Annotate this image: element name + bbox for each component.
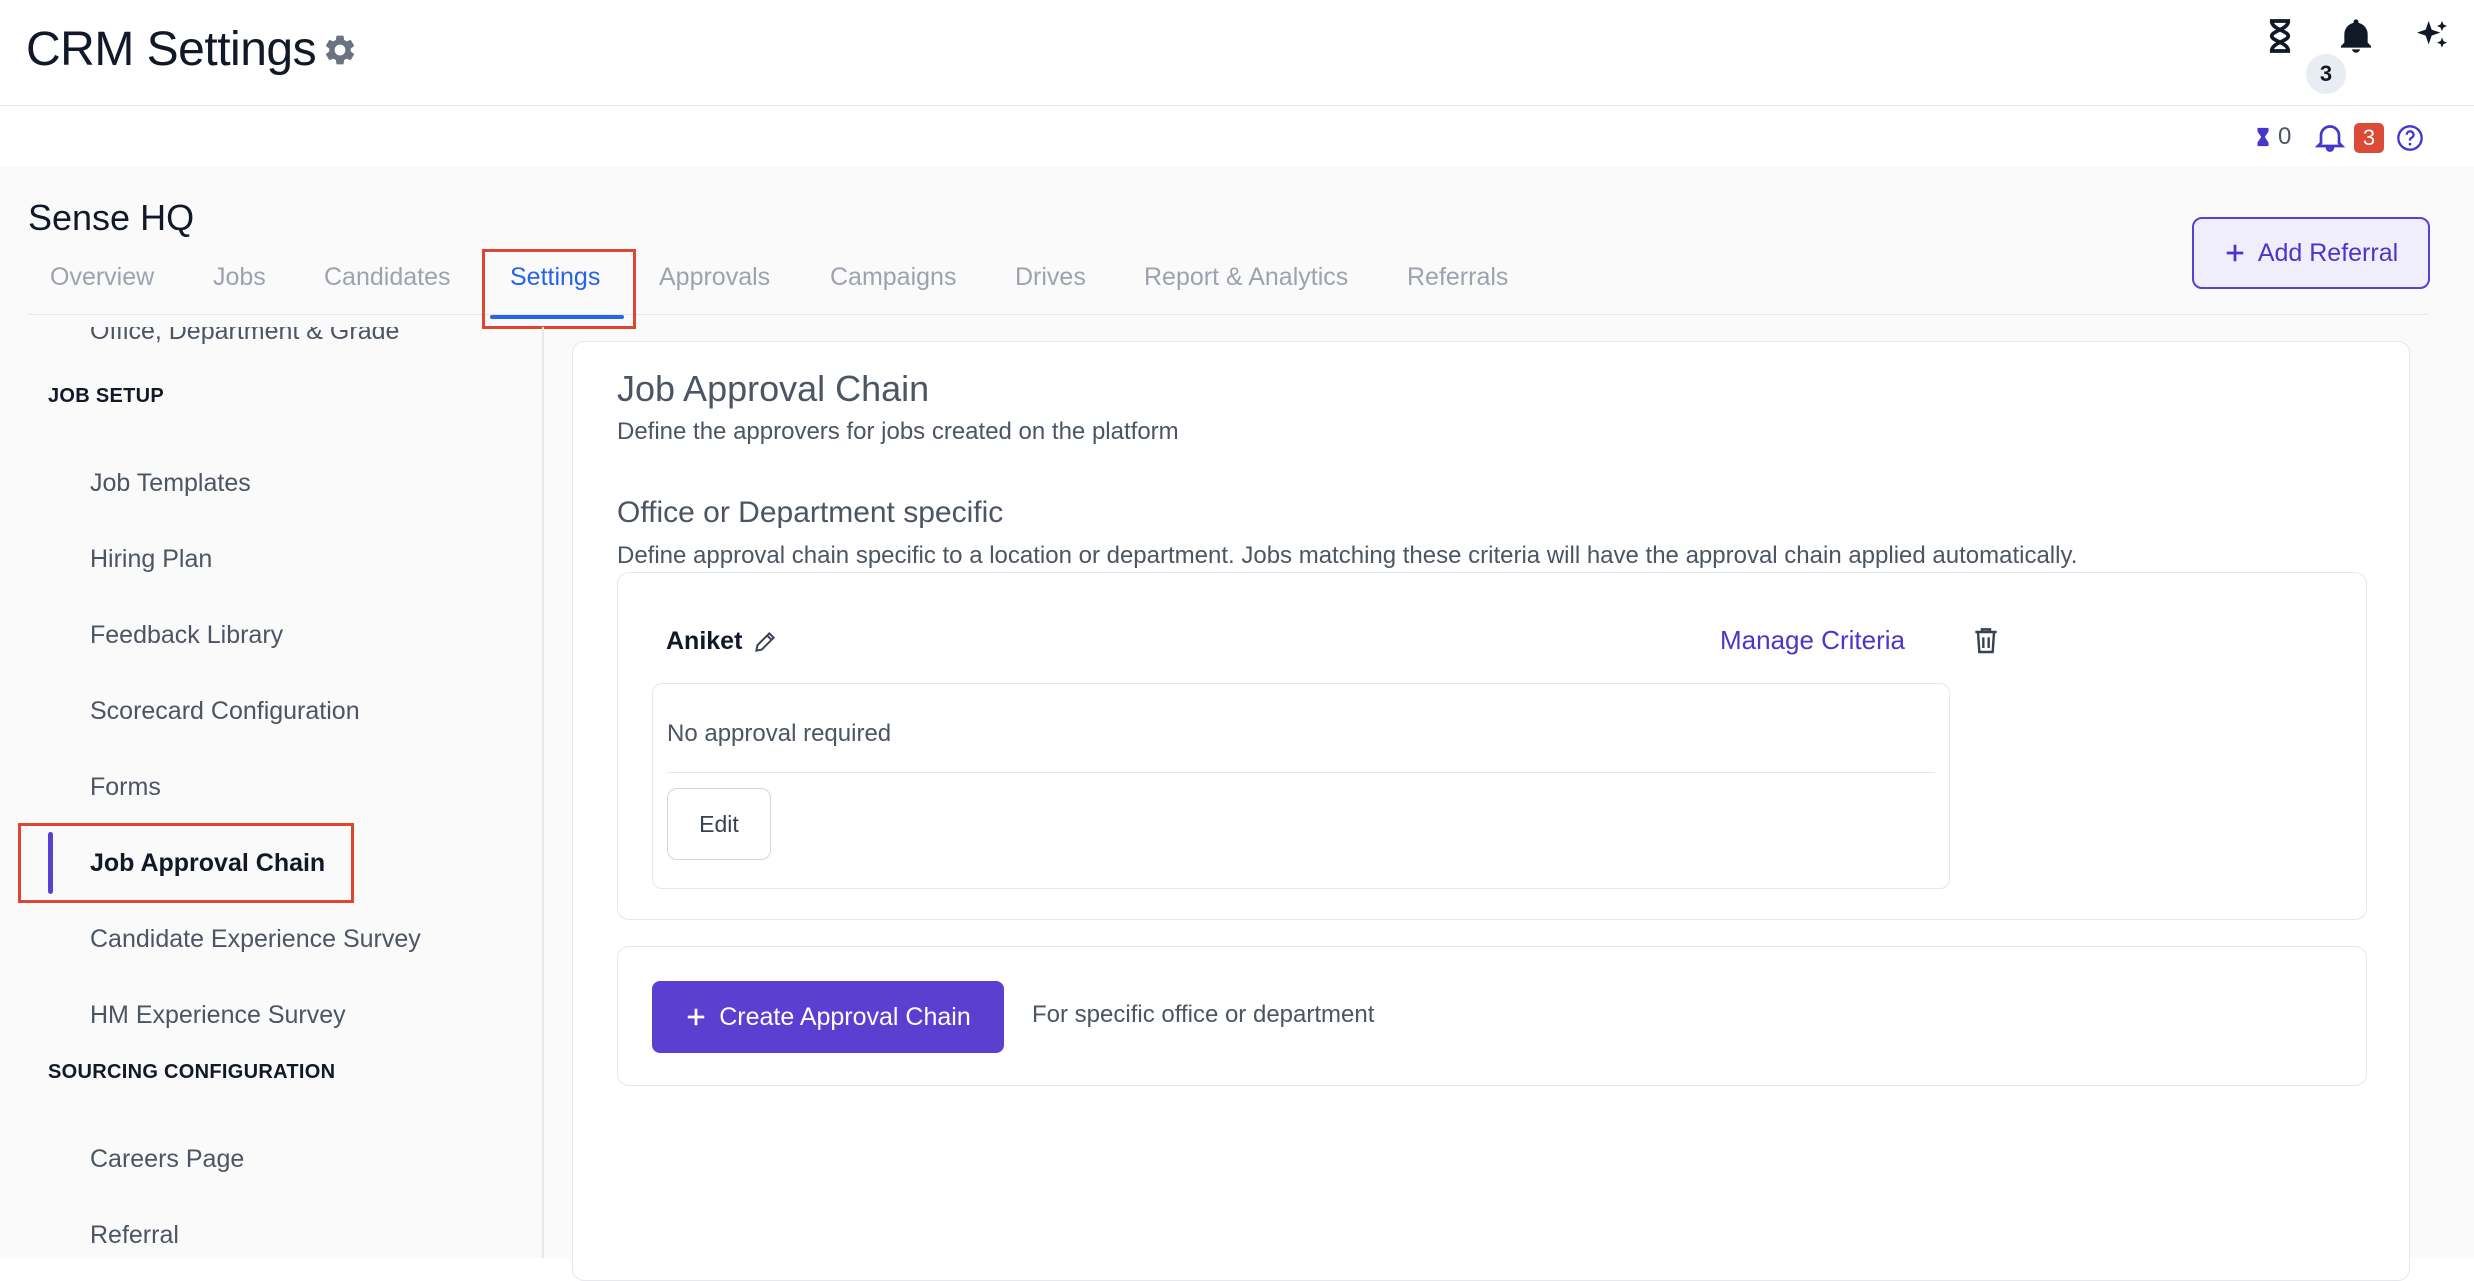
page-subtitle: Define the approvers for jobs created on… [617, 418, 1179, 445]
edit-button[interactable]: Edit [667, 788, 771, 860]
sidebar-item-feedback-library[interactable]: Feedback Library [90, 621, 283, 650]
tab-approvals[interactable]: Approvals [659, 263, 770, 292]
tab-drives[interactable]: Drives [1015, 263, 1086, 292]
settings-tab-highlight [482, 249, 636, 329]
top-bar: CRM Settings 3 [0, 0, 2474, 106]
plus-icon [687, 1008, 705, 1026]
help-icon[interactable] [2396, 124, 2424, 152]
manage-criteria-link[interactable]: Manage Criteria [1720, 625, 1905, 656]
tab-report-analytics[interactable]: Report & Analytics [1144, 263, 1348, 292]
add-referral-label: Add Referral [2257, 238, 2399, 267]
sidebar-item-job-templates[interactable]: Job Templates [90, 469, 251, 498]
page-title: Job Approval Chain [617, 368, 930, 409]
hourglass-icon[interactable] [2260, 16, 2300, 56]
pencil-icon[interactable] [752, 629, 778, 655]
plus-icon [2226, 244, 2244, 262]
hourglass-icon [2257, 127, 2269, 147]
create-chain-card: Create Approval Chain For specific offic… [617, 946, 2367, 1086]
tabs-divider [28, 314, 2428, 315]
timer-count: 0 [2278, 123, 2292, 150]
sidebar-item-forms[interactable]: Forms [90, 773, 161, 802]
chain-name-label: Aniket [666, 627, 743, 655]
job-approval-chain-highlight [18, 823, 354, 903]
section-description: Define approval chain specific to a loca… [617, 542, 2078, 569]
sidebar-item-office-department-grade[interactable]: Office, Department & Grade [90, 327, 399, 346]
tab-referrals[interactable]: Referrals [1407, 263, 1508, 292]
add-referral-button[interactable]: Add Referral [2192, 217, 2430, 289]
bell-outline-icon[interactable] [2312, 118, 2348, 156]
timer-indicator[interactable]: 0 [2252, 120, 2291, 154]
gear-icon[interactable] [322, 32, 358, 68]
sidebar-divider [542, 327, 544, 1258]
sidebar-item-hm-experience-survey[interactable]: HM Experience Survey [90, 1001, 346, 1030]
section-title: Office or Department specific [617, 496, 1004, 529]
settings-sidebar: Office, Department & Grade JOB SETUP Job… [0, 327, 544, 1258]
create-hint: For specific office or department [1032, 1001, 1375, 1028]
sidebar-item-scorecard-configuration[interactable]: Scorecard Configuration [90, 697, 360, 726]
trash-icon[interactable] [1970, 623, 2002, 657]
chain-name: Aniket [666, 627, 778, 656]
approval-chain-details: No approval required Edit [652, 683, 1950, 889]
details-divider [667, 772, 1935, 773]
tab-overview[interactable]: Overview [50, 263, 154, 292]
sidebar-heading-sourcing: SOURCING CONFIGURATION [48, 1061, 336, 1083]
sidebar-item-careers-page[interactable]: Careers Page [90, 1145, 244, 1174]
tab-candidates[interactable]: Candidates [324, 263, 450, 292]
tab-campaigns[interactable]: Campaigns [830, 263, 956, 292]
sidebar-item-referral[interactable]: Referral [90, 1221, 179, 1250]
notification-count-badge: 3 [2306, 54, 2346, 94]
content-area: Sense HQ Overview Jobs Candidates Settin… [0, 167, 2474, 1281]
sidebar-heading-job-setup: JOB SETUP [48, 385, 165, 407]
sparkle-icon[interactable] [2412, 16, 2452, 56]
job-approval-chain-panel: Job Approval Chain Define the approvers … [572, 341, 2410, 1281]
tab-jobs[interactable]: Jobs [213, 263, 266, 292]
approval-status: No approval required [667, 720, 892, 747]
status-bar [0, 107, 2474, 167]
bell-icon[interactable] [2336, 16, 2376, 56]
org-name: Sense HQ [28, 197, 195, 238]
sidebar-item-candidate-experience-survey[interactable]: Candidate Experience Survey [90, 925, 421, 954]
approval-chain-card: Aniket Manage Criteria No approval requi… [617, 572, 2367, 920]
sidebar-item-hiring-plan[interactable]: Hiring Plan [90, 545, 212, 574]
alert-count-badge: 3 [2354, 123, 2384, 153]
create-approval-chain-button[interactable]: Create Approval Chain [652, 981, 1004, 1053]
create-approval-chain-label: Create Approval Chain [719, 1002, 971, 1031]
app-title: CRM Settings [26, 23, 317, 76]
